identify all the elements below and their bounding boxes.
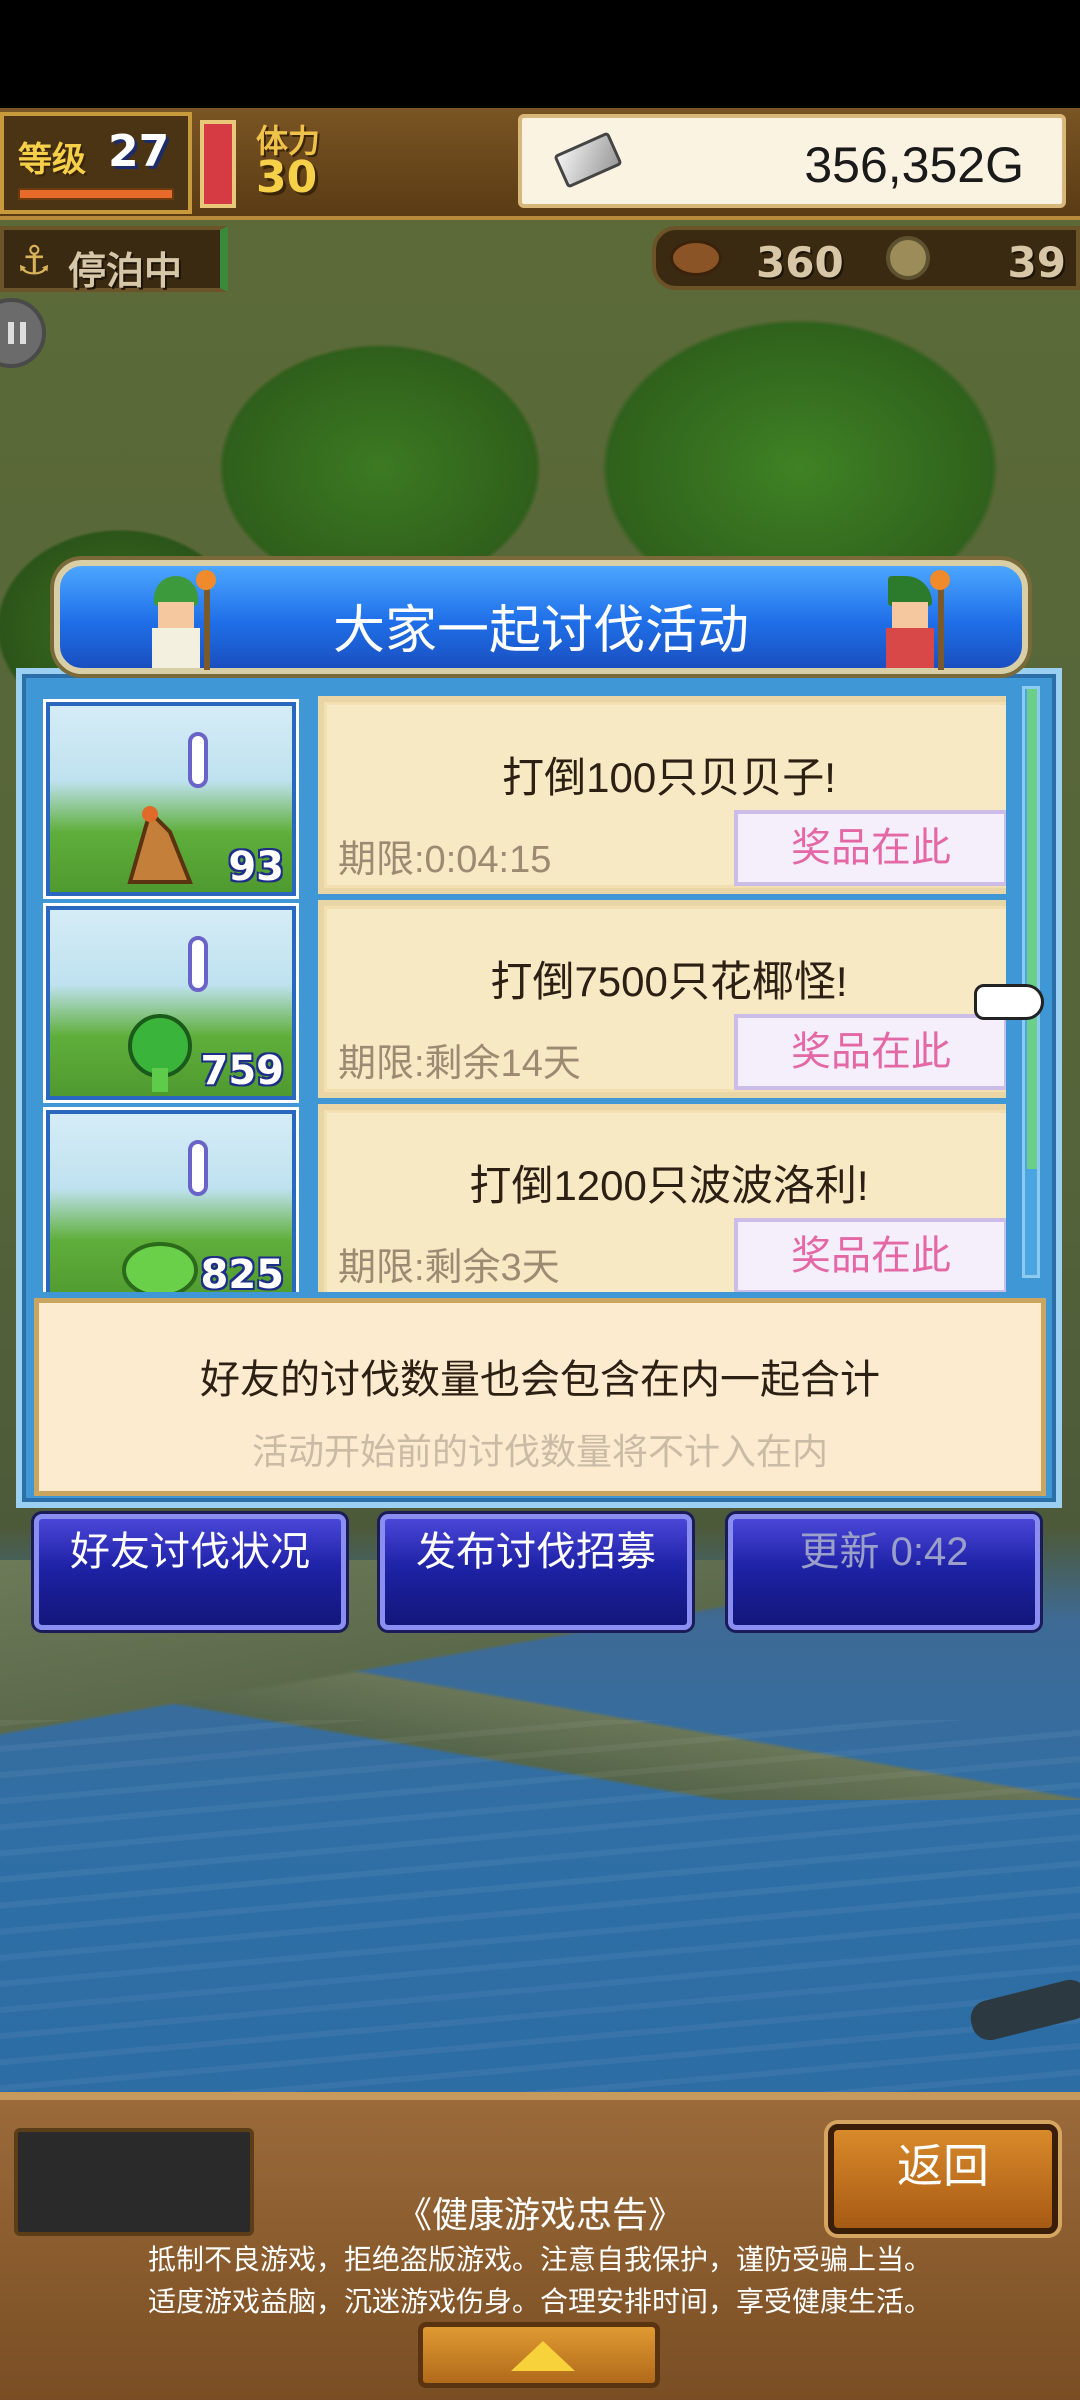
silver-bar-icon <box>553 131 623 189</box>
scrollbar-thumb[interactable] <box>1027 689 1037 1169</box>
quest-deadline: 期限:剩余3天 <box>338 1247 560 1289</box>
gold-value: 356,352G <box>804 137 1024 193</box>
anchor-icon: ⚓ <box>16 238 52 284</box>
info-main-text: 好友的讨伐数量也会包含在内一起合计 <box>200 1358 880 1402</box>
broccoli-monster-icon <box>128 1014 192 1092</box>
level-panel: 等级 27 <box>0 112 192 214</box>
green-slime-monster-icon <box>122 1242 198 1292</box>
port-status[interactable]: ⚓ 停泊中 <box>0 226 228 293</box>
info-sub-text: 活动开始前的讨伐数量将不计入在内 <box>251 1431 828 1472</box>
quest-title: 打倒1200只波波洛利! <box>469 1162 869 1209</box>
sea-waves <box>0 1720 1080 2100</box>
exclamation-icon <box>188 732 208 788</box>
quest-item: 93 打倒100只贝贝子! 期限:0:04:15 奖品在此 <box>32 692 1006 896</box>
quest-deadline: 期限:剩余14天 <box>338 1043 581 1085</box>
stamina-value: 30 <box>256 152 318 203</box>
port-status-label: 停泊中 <box>68 249 183 293</box>
exclamation-icon <box>188 936 208 992</box>
gold-display[interactable]: 356,352G <box>518 114 1066 208</box>
quest-card: 打倒1200只波波洛利! 期限:剩余3天 奖品在此 <box>318 1104 1006 1292</box>
quest-thumbnail: 93 <box>46 702 296 896</box>
quest-card: 打倒100只贝贝子! 期限:0:04:15 奖品在此 <box>318 696 1006 894</box>
quest-list[interactable]: 93 打倒100只贝贝子! 期限:0:04:15 奖品在此 759 打倒7500… <box>16 680 1006 1292</box>
quest-title: 打倒100只贝贝子! <box>502 754 836 801</box>
meat-count: 360 <box>756 238 844 287</box>
prize-button[interactable]: 奖品在此 <box>734 810 1006 886</box>
level-progress-bar <box>18 188 174 200</box>
medal-icon <box>886 236 930 280</box>
refresh-button[interactable]: 更新 0:42 <box>728 1514 1040 1630</box>
quest-card: 打倒7500只花椰怪! 期限:剩余14天 奖品在此 <box>318 900 1006 1098</box>
mage-character-left <box>136 570 216 672</box>
stamina-gauge <box>200 120 236 208</box>
health-notice-title: 《健康游戏忠告》 <box>395 2194 684 2235</box>
resource-panel: 360 39 <box>652 226 1080 290</box>
quest-thumbnail: 759 <box>46 906 296 1100</box>
prize-button[interactable]: 奖品在此 <box>734 1014 1006 1090</box>
expand-up-button[interactable] <box>418 2322 660 2388</box>
quest-deadline: 期限:0:04:15 <box>338 839 552 881</box>
medal-count: 39 <box>1007 238 1066 287</box>
quest-title: 打倒7500只花椰怪! <box>490 958 848 1005</box>
hermit-crab-monster-icon <box>127 806 193 884</box>
health-notice-line: 适度游戏益脑，沉迷游戏伤身。合理安排时间，享受健康生活。 <box>147 2286 932 2317</box>
friend-status-button[interactable]: 好友讨伐状况 <box>34 1514 346 1630</box>
quest-progress-count: 759 <box>200 1048 285 1094</box>
level-value: 27 <box>108 126 170 177</box>
health-notice-line: 抵制不良游戏，拒绝盗版游戏。注意自我保护，谨防受骗上当。 <box>147 2244 932 2275</box>
level-label: 等级 <box>18 140 86 180</box>
mage-character-right <box>870 570 950 672</box>
prize-button[interactable]: 奖品在此 <box>734 1218 1006 1292</box>
quest-item: 825 打倒1200只波波洛利! 期限:剩余3天 奖品在此 <box>32 1100 1006 1292</box>
post-recruit-button[interactable]: 发布讨伐招募 <box>380 1514 692 1630</box>
quest-thumbnail: 825 <box>46 1110 296 1292</box>
quest-item: 759 打倒7500只花椰怪! 期限:剩余14天 奖品在此 <box>32 896 1006 1100</box>
quest-list-scrollbar[interactable] <box>1022 686 1040 1278</box>
quest-progress-count: 825 <box>200 1252 285 1292</box>
pointing-hand-icon <box>974 984 1044 1020</box>
info-box: 好友的讨伐数量也会包含在内一起合计 活动开始前的讨伐数量将不计入在内 <box>34 1298 1046 1496</box>
exclamation-icon <box>188 1140 208 1196</box>
meat-icon <box>670 240 722 276</box>
quest-progress-count: 93 <box>228 844 284 890</box>
